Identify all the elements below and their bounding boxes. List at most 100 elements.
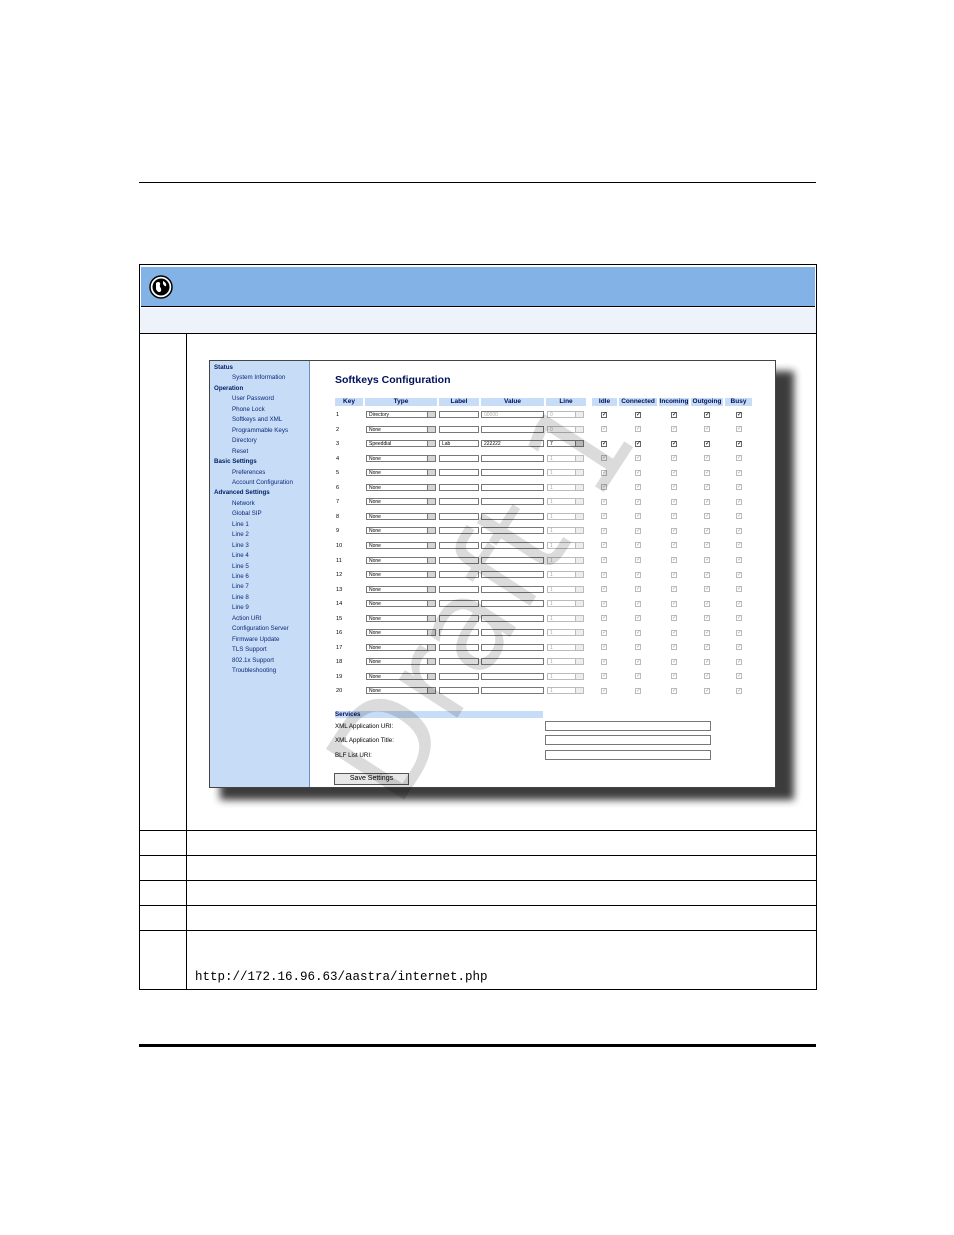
state-checkbox-busy[interactable]: ✓ bbox=[736, 513, 742, 520]
softkey-line-select[interactable]: 1 bbox=[547, 629, 584, 637]
state-checkbox-busy[interactable]: ✓ bbox=[736, 455, 742, 462]
state-checkbox-idle[interactable]: ✓ bbox=[601, 600, 607, 607]
state-checkbox-connected[interactable]: ✓ bbox=[635, 542, 641, 549]
softkey-type-select[interactable]: None bbox=[366, 469, 436, 477]
state-checkbox-connected[interactable]: ✓ bbox=[635, 455, 641, 462]
state-checkbox-idle[interactable]: ✓ bbox=[601, 586, 607, 593]
state-checkbox-idle[interactable]: ✓ bbox=[601, 687, 607, 694]
softkey-line-select[interactable]: 1 bbox=[547, 454, 584, 462]
state-checkbox-incoming[interactable]: ✓ bbox=[671, 440, 677, 447]
softkey-type-select[interactable]: None bbox=[366, 556, 436, 564]
state-checkbox-idle[interactable]: ✓ bbox=[601, 411, 607, 418]
softkey-value-input[interactable] bbox=[481, 556, 544, 564]
state-checkbox-incoming[interactable]: ✓ bbox=[671, 411, 677, 418]
softkey-value-input[interactable] bbox=[481, 629, 544, 637]
softkey-line-select[interactable]: 1 bbox=[547, 541, 584, 549]
softkey-type-select[interactable]: None bbox=[366, 454, 436, 462]
state-checkbox-outgoing[interactable]: ✓ bbox=[704, 469, 710, 476]
softkey-line-select[interactable]: 0 bbox=[547, 411, 584, 418]
nav-link[interactable]: Line 2 bbox=[232, 531, 249, 538]
state-checkbox-idle[interactable]: ✓ bbox=[601, 440, 607, 447]
softkey-label-input[interactable] bbox=[439, 672, 479, 680]
state-checkbox-busy[interactable]: ✓ bbox=[736, 426, 742, 433]
softkey-line-select[interactable]: 1 bbox=[547, 512, 584, 520]
softkey-label-input[interactable] bbox=[439, 571, 479, 579]
state-checkbox-busy[interactable]: ✓ bbox=[736, 527, 742, 534]
softkey-label-input[interactable] bbox=[439, 527, 479, 535]
state-checkbox-incoming[interactable]: ✓ bbox=[671, 527, 677, 534]
state-checkbox-connected[interactable]: ✓ bbox=[635, 527, 641, 534]
softkey-line-select[interactable]: 1 bbox=[547, 643, 584, 651]
state-checkbox-incoming[interactable]: ✓ bbox=[671, 629, 677, 636]
softkey-value-input[interactable] bbox=[481, 512, 544, 520]
state-checkbox-outgoing[interactable]: ✓ bbox=[704, 557, 710, 563]
softkey-line-select[interactable]: 1 bbox=[547, 556, 584, 564]
nav-link[interactable]: Softkeys and XML bbox=[232, 416, 282, 423]
softkey-type-select[interactable]: None bbox=[366, 585, 436, 593]
state-checkbox-incoming[interactable]: ✓ bbox=[671, 658, 677, 665]
nav-link[interactable]: Configuration Server bbox=[232, 625, 289, 632]
state-checkbox-connected[interactable]: ✓ bbox=[635, 673, 641, 680]
state-checkbox-busy[interactable]: ✓ bbox=[736, 571, 742, 578]
softkey-line-select[interactable]: 0 bbox=[547, 425, 584, 433]
state-checkbox-busy[interactable]: ✓ bbox=[736, 469, 742, 476]
state-checkbox-incoming[interactable]: ✓ bbox=[671, 557, 677, 563]
state-checkbox-busy[interactable]: ✓ bbox=[736, 440, 742, 447]
nav-link[interactable]: TLS Support bbox=[232, 646, 267, 653]
state-checkbox-busy[interactable]: ✓ bbox=[736, 687, 742, 694]
softkey-label-input[interactable] bbox=[439, 541, 479, 549]
state-checkbox-idle[interactable]: ✓ bbox=[601, 658, 607, 665]
nav-link[interactable]: Line 5 bbox=[232, 563, 249, 570]
state-checkbox-busy[interactable]: ✓ bbox=[736, 498, 742, 505]
state-checkbox-busy[interactable]: ✓ bbox=[736, 673, 742, 680]
state-checkbox-connected[interactable]: ✓ bbox=[635, 600, 641, 607]
state-checkbox-incoming[interactable]: ✓ bbox=[671, 426, 677, 433]
state-checkbox-incoming[interactable]: ✓ bbox=[671, 498, 677, 505]
nav-section-heading[interactable]: Basic Settings bbox=[214, 458, 257, 465]
nav-link[interactable]: Preferences bbox=[232, 469, 265, 476]
nav-link[interactable]: Troubleshooting bbox=[232, 667, 276, 674]
softkey-line-select[interactable]: 1 bbox=[547, 469, 584, 477]
state-checkbox-incoming[interactable]: ✓ bbox=[671, 673, 677, 680]
softkey-value-input[interactable]: 222222 bbox=[481, 440, 544, 448]
state-checkbox-connected[interactable]: ✓ bbox=[635, 484, 641, 491]
softkey-type-select[interactable]: None bbox=[366, 483, 436, 491]
softkey-label-input[interactable] bbox=[439, 469, 479, 477]
softkey-label-input[interactable] bbox=[439, 483, 479, 491]
state-checkbox-idle[interactable]: ✓ bbox=[601, 484, 607, 491]
softkey-value-input[interactable] bbox=[481, 483, 544, 491]
softkey-type-select[interactable]: None bbox=[366, 614, 436, 622]
softkey-line-select[interactable]: 1 bbox=[547, 498, 584, 506]
state-checkbox-incoming[interactable]: ✓ bbox=[671, 600, 677, 607]
nav-link[interactable]: Action URI bbox=[232, 615, 262, 622]
softkey-value-input[interactable] bbox=[481, 454, 544, 462]
state-checkbox-connected[interactable]: ✓ bbox=[635, 513, 641, 520]
softkey-type-select[interactable]: None bbox=[366, 541, 436, 549]
softkey-label-input[interactable]: Lab bbox=[439, 440, 479, 448]
nav-section-heading[interactable]: Operation bbox=[214, 385, 243, 392]
softkey-type-select[interactable]: None bbox=[366, 687, 436, 695]
nav-link[interactable]: Programmable Keys bbox=[232, 427, 288, 434]
softkey-label-input[interactable] bbox=[439, 425, 479, 433]
nav-link[interactable]: Firmware Update bbox=[232, 636, 279, 643]
nav-link[interactable]: Global SIP bbox=[232, 510, 262, 517]
softkey-label-input[interactable] bbox=[439, 614, 479, 622]
state-checkbox-connected[interactable]: ✓ bbox=[635, 644, 641, 651]
state-checkbox-outgoing[interactable]: ✓ bbox=[704, 527, 710, 534]
nav-section-heading[interactable]: Advanced Settings bbox=[214, 489, 270, 496]
softkey-label-input[interactable] bbox=[439, 600, 479, 608]
nav-link[interactable]: System Information bbox=[232, 374, 285, 381]
state-checkbox-busy[interactable]: ✓ bbox=[736, 615, 742, 622]
state-checkbox-incoming[interactable]: ✓ bbox=[671, 513, 677, 520]
state-checkbox-incoming[interactable]: ✓ bbox=[671, 455, 677, 462]
state-checkbox-incoming[interactable]: ✓ bbox=[671, 484, 677, 491]
nav-link[interactable]: Line 6 bbox=[232, 573, 249, 580]
state-checkbox-outgoing[interactable]: ✓ bbox=[704, 411, 710, 418]
softkey-value-input[interactable] bbox=[481, 643, 544, 651]
state-checkbox-idle[interactable]: ✓ bbox=[601, 629, 607, 636]
state-checkbox-idle[interactable]: ✓ bbox=[601, 673, 607, 680]
state-checkbox-busy[interactable]: ✓ bbox=[736, 644, 742, 651]
softkey-label-input[interactable] bbox=[439, 498, 479, 506]
state-checkbox-outgoing[interactable]: ✓ bbox=[704, 673, 710, 680]
softkey-type-select[interactable]: None bbox=[366, 600, 436, 608]
